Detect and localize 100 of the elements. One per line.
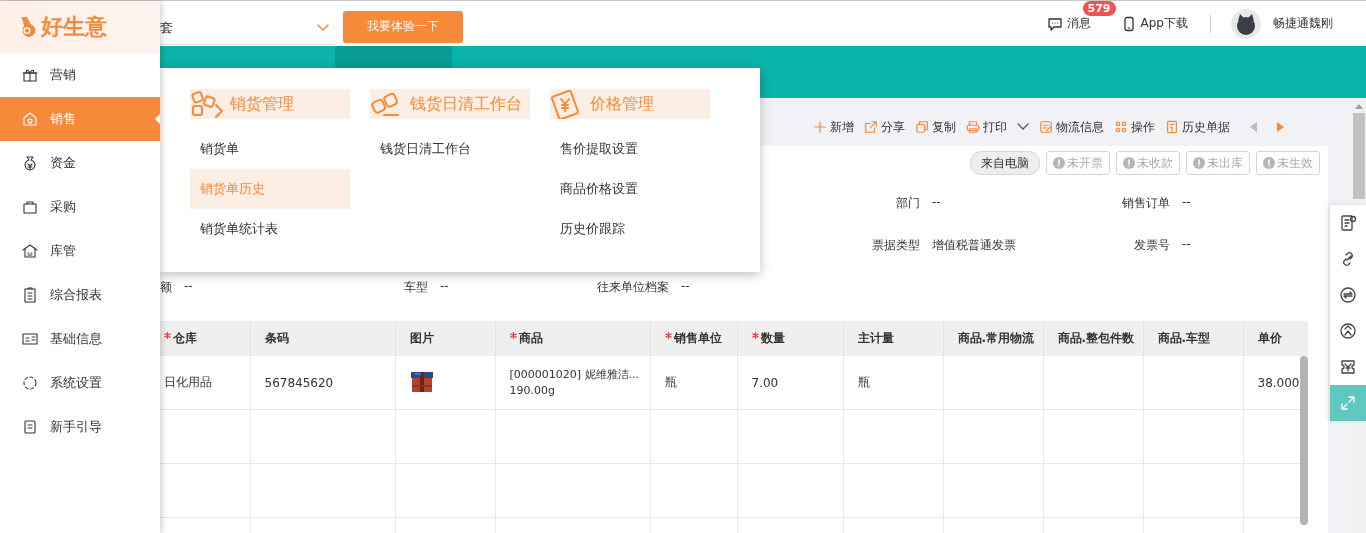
- field-label: 销售订单: [1121, 194, 1170, 212]
- table-cell: 7.00: [737, 356, 843, 410]
- app-download-link[interactable]: App下载: [1140, 15, 1188, 32]
- field-value: 增值税普通发票: [932, 236, 1016, 254]
- menu-item[interactable]: 售价提取设置: [550, 129, 710, 169]
- menu-item[interactable]: 商品价格设置: [550, 169, 710, 209]
- copy-icon: [915, 120, 929, 134]
- scrollbar[interactable]: [1353, 113, 1365, 199]
- alert-icon: [1263, 157, 1275, 169]
- table-cell: [000001020] 妮维雅洁... 190.00g: [495, 356, 650, 410]
- column-header: 商品.车型: [1143, 321, 1243, 356]
- field-label: 票据类型: [871, 236, 920, 254]
- column-header: 销售单位: [650, 321, 737, 356]
- column-header: 仓库: [160, 321, 250, 356]
- column-header: 商品: [495, 321, 650, 356]
- field-value: --: [681, 278, 690, 295]
- document-icon: [1165, 120, 1179, 134]
- column-header: 数量: [737, 321, 843, 356]
- message-count-badge: 579: [1082, 1, 1116, 16]
- sidebar-item[interactable]: 资金: [0, 141, 160, 185]
- scroll-up-arrow-icon: [1355, 103, 1363, 109]
- grid-icon: [1114, 120, 1128, 134]
- field-value: --: [932, 194, 941, 211]
- table-cell: 567845620: [250, 356, 395, 410]
- warehouse-icon: [22, 243, 38, 259]
- menu-item[interactable]: 钱货日清工作台: [370, 129, 530, 169]
- messages-link[interactable]: 消息: [1066, 15, 1091, 32]
- alert-icon: [1053, 157, 1065, 169]
- money-bag-icon: [22, 155, 38, 171]
- menu-group-title: 钱货日清工作台: [410, 93, 522, 115]
- column-header: 商品.常用物流: [943, 321, 1043, 356]
- sidebar-item[interactable]: 采购: [0, 185, 160, 229]
- user-name[interactable]: 畅捷通魏刚: [1273, 15, 1333, 32]
- sidebar-item[interactable]: 综合报表: [0, 273, 160, 317]
- status-tag: 未开票: [1046, 151, 1110, 175]
- document-icon: [1039, 120, 1053, 134]
- sidebar-item[interactable]: 基础信息: [0, 317, 160, 361]
- dotted-circle-icon: [22, 375, 38, 391]
- share-icon: [864, 120, 878, 134]
- menu-item[interactable]: 销货单: [190, 129, 350, 169]
- id-card-icon: [22, 331, 38, 347]
- scrollbar[interactable]: [1300, 356, 1308, 525]
- table-cell: 瓶: [650, 356, 737, 410]
- sidebar-item[interactable]: 系统设置: [0, 361, 160, 405]
- table-cell: 日化用品: [160, 356, 250, 410]
- field-label: 额: [160, 278, 172, 296]
- document-icon: [22, 419, 38, 435]
- alert-icon: [1123, 157, 1135, 169]
- menu-item[interactable]: 历史价跟踪: [550, 209, 710, 249]
- field-label: 车型: [404, 278, 428, 296]
- tiles-icon: [190, 89, 224, 119]
- field-label: 部门: [895, 194, 920, 212]
- bag-icon: [22, 199, 38, 215]
- gift-icon: [22, 67, 38, 83]
- column-header: 商品.整包件数: [1043, 321, 1143, 356]
- exchange-icon: [1339, 286, 1357, 304]
- chat-icon: [1046, 15, 1063, 32]
- sidebar-item[interactable]: 营销: [0, 53, 160, 97]
- toolbar-button[interactable]: 历史单据: [1165, 118, 1230, 136]
- column-header: 条码: [250, 321, 395, 356]
- toolbar-button[interactable]: 物流信息: [1039, 118, 1104, 136]
- clipboard-icon: [22, 287, 38, 303]
- toolbar-button[interactable]: 操作: [1114, 118, 1155, 136]
- ticket-icon: [1339, 358, 1357, 376]
- table-cell: 瓶: [843, 356, 943, 410]
- toolbar-button[interactable]: 打印: [966, 118, 1007, 136]
- field-label: 往来单位档案: [597, 278, 669, 296]
- printer-icon: [966, 120, 980, 134]
- field-value: --: [184, 278, 193, 295]
- avatar: [1231, 8, 1261, 39]
- column-header: 图片: [395, 321, 495, 356]
- house-icon: [22, 111, 38, 127]
- field-label: 发票号: [1133, 236, 1170, 254]
- source-tag: 来自电脑: [970, 151, 1040, 175]
- document-icon: [1339, 214, 1357, 232]
- column-header: 主计量: [843, 321, 943, 356]
- alert-icon: [1193, 157, 1205, 169]
- status-tag: 未生效: [1256, 151, 1320, 175]
- caret-icon: [317, 24, 329, 32]
- field-value: --: [1182, 236, 1191, 253]
- toolbar-button[interactable]: 复制: [915, 118, 956, 136]
- status-tag: 未出库: [1186, 151, 1250, 175]
- tool-button[interactable]: [1330, 205, 1366, 241]
- logo-text: 好生意: [41, 13, 107, 41]
- toolbar-button[interactable]: 新增: [813, 118, 854, 136]
- menu-group-title: 销货管理: [230, 93, 294, 115]
- sidebar-item[interactable]: 新手引导: [0, 405, 160, 449]
- status-tag: 未收款: [1116, 151, 1180, 175]
- menu-group-title: 价格管理: [590, 93, 654, 115]
- sidebar-item[interactable]: 库管: [0, 229, 160, 273]
- circle-icon: [1339, 322, 1357, 340]
- field-value: --: [440, 278, 449, 295]
- column-header: 单价: [1243, 321, 1308, 356]
- plus-icon: [813, 120, 827, 134]
- field-value: --: [1182, 194, 1191, 211]
- menu-item[interactable]: 销货单统计表: [190, 209, 350, 249]
- toolbar-button[interactable]: 分享: [864, 118, 905, 136]
- tool-button[interactable]: [1330, 349, 1366, 385]
- expand-icon: [1339, 394, 1357, 412]
- account-select[interactable]: 套: [160, 12, 335, 45]
